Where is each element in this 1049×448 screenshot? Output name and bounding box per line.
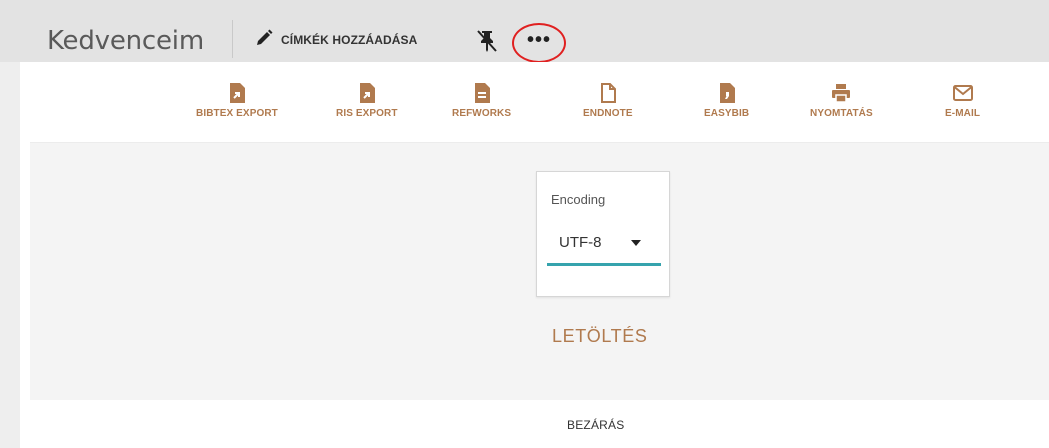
mail-icon [952,82,974,104]
pin-off-icon [475,30,499,58]
encoding-label: Encoding [551,192,606,207]
print-button[interactable]: NYOMTATÁS [810,82,873,119]
easybib-label: EASYBIB [704,108,750,119]
more-dots-icon: ••• [526,29,551,51]
email-button[interactable]: E-MAIL [945,82,980,119]
close-button[interactable]: BEZÁRÁS [567,418,624,432]
add-tags-button[interactable]: CÍMKÉK HOZZÁADÁSA [254,26,417,54]
email-label: E-MAIL [945,108,981,119]
encoding-card: Encoding UTF-8 [536,171,670,297]
ris-export-label: RIS EXPORT [336,108,398,119]
refworks-label: REFWORKS [452,108,512,119]
pencil-icon [254,28,274,53]
printer-icon [830,82,852,104]
bibtex-export-label: BIBTEX EXPORT [196,108,278,119]
select-underline [547,263,661,266]
refworks-button[interactable]: REFWORKS [452,82,511,119]
unpin-button[interactable] [475,28,499,54]
page-background-strip [0,62,20,448]
page-title: Kedvenceim [47,26,204,56]
download-button[interactable]: LETÖLTÉS [552,326,648,347]
export-toolbar: BIBTEX EXPORT RIS EXPORT REFWORKS ENDNOT… [20,62,1049,142]
file-outline-icon [597,82,619,104]
easybib-button[interactable]: EASYBIB [704,82,749,119]
endnote-button[interactable]: ENDNOTE [583,82,633,119]
dropdown-arrow-icon [631,240,641,246]
add-tags-label: CÍMKÉK HOZZÁADÁSA [281,33,418,47]
header-divider [232,20,233,58]
file-easybib-icon [716,82,738,104]
file-export-icon [226,82,248,104]
encoding-value: UTF-8 [559,234,602,251]
endnote-label: ENDNOTE [583,108,633,119]
print-label: NYOMTATÁS [810,108,873,119]
document-icon [471,82,493,104]
encoding-select[interactable]: UTF-8 [547,224,661,266]
file-export-icon [356,82,378,104]
more-options-button[interactable]: ••• [512,23,566,63]
ris-export-button[interactable]: RIS EXPORT [336,82,398,119]
bibtex-export-button[interactable]: BIBTEX EXPORT [196,82,278,119]
